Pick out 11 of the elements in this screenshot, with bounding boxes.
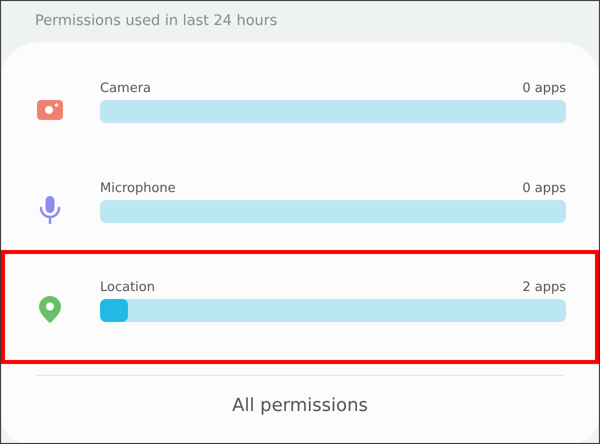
permission-row[interactable]: Camera 0 apps <box>1 51 599 151</box>
section-header: Permissions used in last 24 hours <box>34 12 278 31</box>
permission-label: Location <box>100 278 155 296</box>
highlight-frame[interactable]: Location 2 apps <box>1 250 599 364</box>
app-count: 2 apps <box>522 278 566 296</box>
permission-label: Camera <box>100 80 152 98</box>
permission-row[interactable]: Microphone 0 apps <box>1 151 599 251</box>
all-permissions-button[interactable]: All permissions <box>1 376 599 434</box>
app-count: 0 apps <box>522 180 566 198</box>
permission-label: Microphone <box>100 180 176 198</box>
app-count: 0 apps <box>522 80 566 98</box>
